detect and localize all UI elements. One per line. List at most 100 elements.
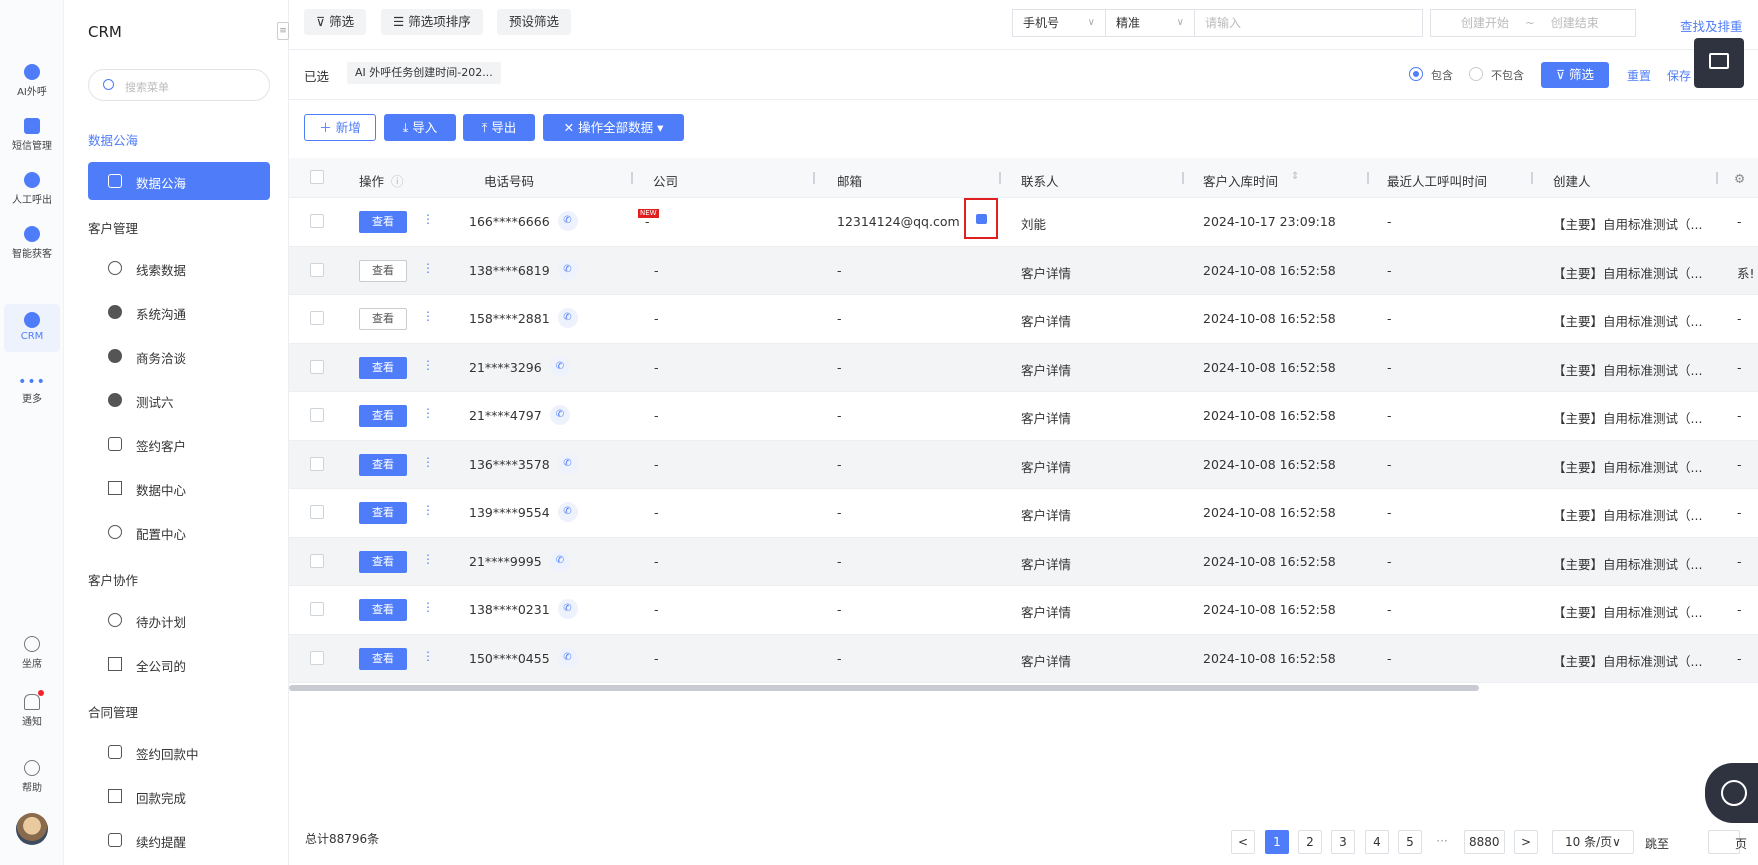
more-actions-icon[interactable]: ⋮: [422, 406, 434, 420]
phone-call-icon[interactable]: ✆: [557, 453, 578, 474]
menu-item-data-center[interactable]: 数据中心: [88, 469, 270, 507]
view-button[interactable]: 查看: [359, 647, 407, 670]
row-checkbox[interactable]: [310, 262, 324, 277]
more-actions-icon[interactable]: ⋮: [422, 552, 434, 566]
rail-smart-acquire[interactable]: 智能获客: [4, 226, 60, 266]
prev-page-button[interactable]: <: [1231, 830, 1255, 854]
reset-link[interactable]: 重置: [1627, 67, 1651, 84]
filter-sort-button[interactable]: ☰ 筛选项排序: [381, 9, 483, 35]
contact-link[interactable]: 客户详情: [1021, 311, 1071, 330]
more-actions-icon[interactable]: ⋮: [422, 600, 434, 614]
page-1[interactable]: 1: [1265, 830, 1289, 854]
more-actions-icon[interactable]: ⋮: [422, 309, 434, 323]
rail-crm[interactable]: CRM: [4, 304, 60, 352]
page-2[interactable]: 2: [1298, 830, 1322, 854]
column-resize-handle[interactable]: [1367, 172, 1369, 184]
column-settings-icon[interactable]: ⚙: [1734, 171, 1745, 186]
table-row[interactable]: 查看 ⋮ 158****2881 ✆ - - 客户详情 2024-10-08 16:52:58…: [289, 295, 1758, 344]
table-row[interactable]: 查看 ⋮ 139****9554 ✆ - - 客户详情 2024-10-08 16:52:58…: [289, 489, 1758, 538]
page-ellipsis[interactable]: ···: [1430, 830, 1454, 854]
add-button[interactable]: ＋ 新增: [304, 114, 376, 141]
match-mode-select[interactable]: 精准 ∨: [1105, 9, 1195, 37]
contact-link[interactable]: 客户详情: [1021, 505, 1071, 524]
contact-link[interactable]: 客户详情: [1021, 360, 1071, 379]
search-input[interactable]: 请输入: [1194, 9, 1423, 37]
table-row[interactable]: 查看 ⋮ 166****6666 ✆ NEW -12314124@qq.com 刘能 2024…: [289, 198, 1758, 247]
view-button[interactable]: 查看: [359, 599, 407, 621]
phone-call-icon[interactable]: ✆: [557, 502, 578, 522]
row-checkbox[interactable]: [310, 456, 324, 471]
menu-item-system-comm[interactable]: 系统沟通: [88, 293, 270, 331]
view-button[interactable]: 查看: [359, 356, 407, 379]
view-button[interactable]: 查看: [359, 405, 407, 427]
column-resize-handle[interactable]: [999, 172, 1001, 184]
row-checkbox[interactable]: [310, 214, 324, 228]
menu-item-signed[interactable]: 签约客户: [88, 425, 270, 463]
phone-number[interactable]: 138****0231: [469, 602, 550, 617]
table-row[interactable]: 查看 ⋮ 21****9995 ✆ - - 客户详情 2024-10-08 16:52:58 -…: [289, 537, 1758, 586]
rail-ai-call[interactable]: AI外呼: [4, 64, 60, 104]
table-row[interactable]: 查看 ⋮ 21****4797 ✆ - - 客户详情 2024-10-08 16:52:58 -…: [289, 392, 1758, 441]
phone-call-icon[interactable]: ✆: [550, 550, 570, 571]
feedback-float-button[interactable]: [1694, 38, 1744, 88]
avatar[interactable]: [16, 813, 48, 845]
date-range-picker[interactable]: 创建开始 ~ 创建结束: [1430, 9, 1636, 37]
contact-link[interactable]: 刘能: [1021, 214, 1046, 233]
phone-number[interactable]: 21****4797: [469, 408, 542, 423]
sort-icon[interactable]: ⇕: [1291, 171, 1299, 182]
contact-link[interactable]: 客户详情: [1021, 651, 1071, 670]
menu-item-collected[interactable]: 回款完成: [88, 777, 270, 815]
phone-number[interactable]: 136****3578: [469, 457, 550, 472]
more-actions-icon[interactable]: ⋮: [422, 212, 434, 226]
phone-call-icon[interactable]: ✆: [557, 259, 578, 280]
menu-item-collecting[interactable]: 签约回款中: [88, 733, 270, 771]
phone-call-icon[interactable]: ✆: [557, 211, 578, 231]
row-checkbox[interactable]: [310, 359, 324, 374]
more-actions-icon[interactable]: ⋮: [422, 649, 434, 663]
row-checkbox[interactable]: [310, 553, 324, 568]
row-checkbox[interactable]: [310, 650, 324, 665]
find-dedup-link[interactable]: 查找及排重: [1680, 16, 1743, 35]
contact-link[interactable]: 客户详情: [1021, 263, 1071, 282]
phone-number[interactable]: 166****6666: [469, 214, 550, 229]
collapse-sidebar-icon[interactable]: ≡: [277, 22, 289, 40]
row-checkbox[interactable]: [310, 505, 324, 519]
exclude-radio[interactable]: [1469, 67, 1483, 81]
menu-item-config[interactable]: 配置中心: [88, 513, 270, 551]
table-row[interactable]: 查看 ⋮ 138****6819 ✆ - - 客户详情 2024-10-08 16:52:58…: [289, 246, 1758, 295]
rail-help[interactable]: 帮助: [4, 760, 60, 796]
rail-manual-call[interactable]: 人工呼出: [4, 172, 60, 212]
table-row[interactable]: 查看 ⋮ 150****0455 ✆ - - 客户详情 2024-10-08 16:52:58…: [289, 634, 1758, 683]
phone-call-icon[interactable]: ✆: [557, 308, 578, 328]
field-select[interactable]: 手机号 ∨: [1012, 9, 1106, 37]
column-resize-handle[interactable]: [813, 172, 815, 184]
row-checkbox[interactable]: [310, 311, 324, 325]
next-page-button[interactable]: >: [1514, 830, 1538, 854]
column-resize-handle[interactable]: [1716, 172, 1718, 184]
view-button[interactable]: 查看: [359, 259, 407, 282]
menu-item-todo[interactable]: 待办计划: [88, 601, 270, 639]
column-resize-handle[interactable]: [1182, 172, 1184, 184]
more-actions-icon[interactable]: ⋮: [422, 358, 434, 372]
page-4[interactable]: 4: [1365, 830, 1389, 854]
table-row[interactable]: 查看 ⋮ 136****3578 ✆ - - 客户详情 2024-10-08 16:52:58…: [289, 440, 1758, 489]
import-button[interactable]: ⤓ 导入: [384, 114, 456, 141]
selected-filter-tag[interactable]: AI 外呼任务创建时间-202...: [347, 62, 501, 84]
more-actions-icon[interactable]: ⋮: [422, 455, 434, 469]
contact-link[interactable]: 客户详情: [1021, 554, 1071, 573]
phone-number[interactable]: 21****3296: [469, 360, 542, 375]
view-button[interactable]: 查看: [359, 453, 407, 476]
apply-filter-button[interactable]: ⊽ 筛选: [1541, 62, 1609, 88]
preset-filter-button[interactable]: 预设筛选: [497, 9, 572, 35]
contact-link[interactable]: 客户详情: [1021, 457, 1071, 476]
phone-call-icon[interactable]: ✆: [550, 356, 570, 377]
rail-more[interactable]: ••• 更多: [4, 375, 60, 408]
view-button[interactable]: 查看: [359, 550, 407, 573]
row-checkbox[interactable]: [310, 602, 324, 616]
page-last[interactable]: 8880: [1464, 830, 1505, 854]
more-actions-icon[interactable]: ⋮: [422, 503, 434, 517]
call-float-button[interactable]: [1705, 763, 1758, 823]
menu-item-public-data[interactable]: 数据公海: [88, 162, 270, 200]
select-all-checkbox[interactable]: [310, 170, 324, 184]
menu-item-leads[interactable]: 线索数据: [88, 249, 270, 287]
